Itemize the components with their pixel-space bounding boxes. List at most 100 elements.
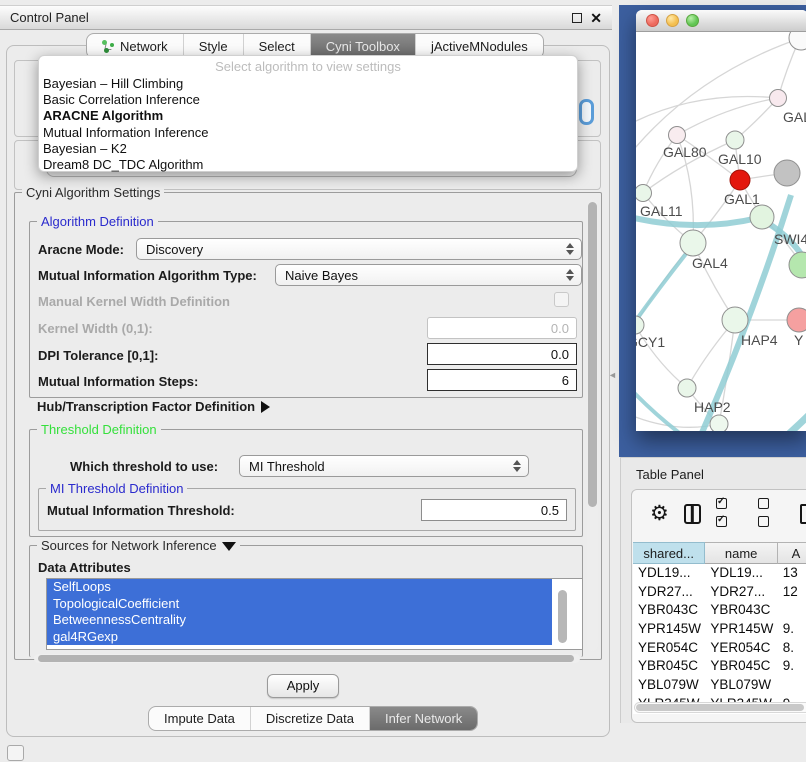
network-edge[interactable] xyxy=(750,410,806,431)
dropdown-item[interactable]: Bayesian – K2 xyxy=(39,141,577,157)
network-node-hap2[interactable] xyxy=(678,379,696,397)
table-row[interactable]: YDL19...YDL19...13 xyxy=(633,564,806,583)
network-node-green-right[interactable] xyxy=(789,252,806,278)
network-view-window: GALGAL80GAL10GAL1GAL11SWI4GAL4GCY1HAP4YH… xyxy=(636,10,806,431)
close-icon[interactable]: ✕ xyxy=(590,13,602,23)
dropdown-item[interactable]: Dream8 DC_TDC Algorithm xyxy=(39,157,577,173)
data-attributes-list[interactable]: SelfLoopsTopologicalCoefficientBetweenne… xyxy=(46,578,583,650)
network-node-gal4[interactable] xyxy=(680,230,706,256)
kernel-width-label: Kernel Width (0,1): xyxy=(38,321,153,336)
mi-steps-input[interactable]: 6 xyxy=(427,369,577,391)
dpi-tolerance-label: DPI Tolerance [0,1]: xyxy=(38,348,158,363)
table-panel-title: Table Panel xyxy=(636,467,704,482)
table-header-row: shared...nameA xyxy=(633,542,806,564)
attributes-hscrollbar[interactable] xyxy=(34,654,580,663)
table-panel: Table Panel ⚙ shared...nameA YDL19...YDL… xyxy=(620,457,806,723)
hub-definition-toggle[interactable]: Hub/Transcription Factor Definition xyxy=(37,399,270,414)
mi-type-value: Naive Bayes xyxy=(285,268,358,283)
column-header-2[interactable]: name xyxy=(705,542,777,564)
dropdown-item[interactable]: Basic Correlation Inference xyxy=(39,92,577,108)
float-panel-icon[interactable] xyxy=(572,13,582,23)
mi-threshold-definition-group: MI Threshold Definition Mutual Informati… xyxy=(38,488,576,531)
network-edge[interactable] xyxy=(636,245,693,340)
data-attributes-label: Data Attributes xyxy=(38,560,131,575)
table-hscrollbar[interactable] xyxy=(634,702,806,713)
stepper-icon xyxy=(563,269,581,281)
zoom-traffic-light-icon[interactable] xyxy=(686,14,699,27)
deselect-all-icon[interactable] xyxy=(758,496,785,532)
network-node-hap4[interactable] xyxy=(722,307,748,333)
network-node-gal80[interactable] xyxy=(669,127,686,144)
attribute-list-item[interactable]: TopologicalCoefficient xyxy=(47,596,552,613)
network-node-gal11[interactable] xyxy=(636,185,652,202)
kernel-width-input[interactable]: 0.0 xyxy=(427,317,577,339)
dropdown-item[interactable]: ARACNE Algorithm xyxy=(39,108,577,124)
split-columns-icon[interactable] xyxy=(684,504,701,524)
network-node-gcy1[interactable] xyxy=(636,316,644,334)
table-row[interactable]: YER054CYER054C8. xyxy=(633,639,806,658)
node-label-gal-clipped: GAL xyxy=(783,109,806,125)
network-node-y-clipped[interactable] xyxy=(787,308,806,332)
which-threshold-select[interactable]: MI Threshold xyxy=(239,455,529,477)
node-label-gal80: GAL80 xyxy=(663,144,707,160)
network-node-gal-clipped[interactable] xyxy=(770,90,787,107)
node-table: shared...nameA YDL19...YDL19...13YDR27..… xyxy=(633,542,806,714)
tab-discretize-data[interactable]: Discretize Data xyxy=(251,707,370,730)
dpi-tolerance-input[interactable]: 0.0 xyxy=(427,343,577,365)
stepper-icon xyxy=(510,460,528,472)
table-row[interactable]: YIL052CYIL052C9 xyxy=(633,714,806,715)
network-edge[interactable] xyxy=(677,98,778,135)
node-label-hap4: HAP4 xyxy=(741,332,778,348)
export-table-icon[interactable] xyxy=(800,504,806,524)
table-row[interactable]: YBL079WYBL079W xyxy=(633,676,806,695)
column-header-1[interactable]: shared... xyxy=(633,542,705,564)
network-window-titlebar[interactable] xyxy=(636,10,806,32)
network-node-partial-top[interactable] xyxy=(789,32,806,50)
network-node-gal10[interactable] xyxy=(726,131,744,149)
node-label-gal4: GAL4 xyxy=(692,255,728,271)
table-row[interactable]: YDR27...YDR27...12 xyxy=(633,583,806,602)
dropdown-item[interactable]: Bayesian – Hill Climbing xyxy=(39,76,577,92)
network-node-bottom-node[interactable] xyxy=(710,415,728,431)
network-node-gal1[interactable] xyxy=(730,170,750,190)
tab-impute-data[interactable]: Impute Data xyxy=(149,707,251,730)
column-header-3[interactable]: A xyxy=(778,542,806,564)
table-row[interactable]: YBR045CYBR045C9. xyxy=(633,657,806,676)
attribute-list-item[interactable]: SelfLoops xyxy=(47,579,552,596)
sources-group: Sources for Network Inference Data Attri… xyxy=(29,545,583,657)
gear-icon[interactable]: ⚙ xyxy=(650,504,669,524)
aracne-mode-value: Discovery xyxy=(146,242,203,257)
network-node-swi4[interactable] xyxy=(750,205,774,229)
select-all-icon[interactable] xyxy=(716,496,743,532)
control-panel-title: Control Panel xyxy=(10,10,89,25)
tab-infer-network[interactable]: Infer Network xyxy=(370,707,477,730)
attribute-list-item[interactable]: BetweennessCentrality xyxy=(47,612,552,629)
apply-button[interactable]: Apply xyxy=(267,674,339,698)
node-label-gal11: GAL11 xyxy=(640,203,683,219)
node-label-hap2: HAP2 xyxy=(694,399,731,415)
attributes-scrollbar-thumb[interactable] xyxy=(558,590,567,643)
node-label-swi4: SWI4 xyxy=(774,231,806,247)
network-node-gray-node[interactable] xyxy=(774,160,800,186)
table-row[interactable]: YPR145WYPR145W9. xyxy=(633,620,806,639)
manual-kernel-checkbox[interactable] xyxy=(554,292,569,307)
aracne-mode-select[interactable]: Discovery xyxy=(136,238,582,260)
panel-resize-grip[interactable]: ◄ xyxy=(608,370,617,380)
screen: Control Panel ✕ gal.filtered.sif default… xyxy=(0,0,806,762)
algorithm-definition-group: Algorithm Definition Aracne Mode: Discov… xyxy=(29,221,583,398)
settings-scrollbar[interactable] xyxy=(587,199,598,651)
minimized-panel-icon[interactable] xyxy=(7,745,24,761)
network-graph[interactable]: GALGAL80GAL10GAL1GAL11SWI4GAL4GCY1HAP4YH… xyxy=(636,32,806,431)
network-canvas[interactable]: GALGAL80GAL10GAL1GAL11SWI4GAL4GCY1HAP4YH… xyxy=(636,32,806,431)
collapsed-arrow-icon xyxy=(261,401,270,413)
threshold-definition-title: Threshold Definition xyxy=(37,422,161,437)
mi-threshold-input[interactable]: 0.5 xyxy=(421,499,567,521)
attribute-list-item[interactable]: gal4RGexp xyxy=(47,629,552,646)
cyni-algorithm-settings-group: Cyni Algorithm Settings Algorithm Defini… xyxy=(14,192,602,660)
minimize-traffic-light-icon[interactable] xyxy=(666,14,679,27)
settings-scrollbar-thumb[interactable] xyxy=(588,202,597,507)
close-traffic-light-icon[interactable] xyxy=(646,14,659,27)
table-row[interactable]: YBR043CYBR043C xyxy=(633,601,806,620)
mi-type-select[interactable]: Naive Bayes xyxy=(275,264,582,286)
dropdown-item[interactable]: Mutual Information Inference xyxy=(39,125,577,141)
